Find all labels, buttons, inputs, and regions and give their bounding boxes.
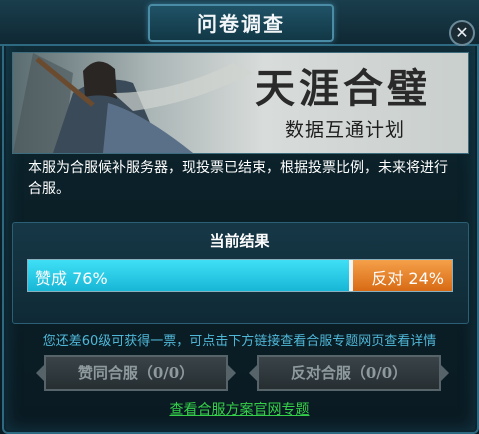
- bar-divider: [349, 260, 353, 291]
- results-label: 当前结果: [209, 232, 270, 250]
- survey-dialog: 问卷调查 ✕ 天涯合璧 数据互通计划 本服为合服候补服务器，现投票已结束，根据投…: [0, 0, 479, 434]
- dialog-title: 问卷调查: [197, 12, 285, 36]
- official-topic-link[interactable]: 查看合服方案官网专题: [0, 399, 479, 419]
- banner-subtitle: 数据互通计划: [284, 119, 405, 141]
- no-fill: 反对 24%: [352, 260, 452, 291]
- close-icon[interactable]: ✕: [449, 20, 475, 46]
- vote-result-bar: 赞成 76% 反对 24%: [27, 259, 453, 292]
- yes-fill: 赞成 76%: [28, 260, 350, 291]
- oppose-merge-button[interactable]: 反对合服（0/0）: [249, 355, 449, 391]
- banner-title: 天涯合璧: [255, 65, 431, 112]
- yes-label: 赞成 76%: [35, 269, 108, 288]
- eligibility-notice: 您还差60级可获得一票，可点击下方链接查看合服专题网页查看详情: [42, 334, 437, 349]
- no-label: 反对 24%: [371, 269, 444, 288]
- banner-image: 天涯合璧 数据互通计划: [12, 52, 469, 154]
- description-text: 本服为合服候补服务器，现投票已结束，根据投票比例，未来将进行合服。: [28, 160, 448, 197]
- agree-merge-button[interactable]: 赞同合服（0/0）: [36, 355, 236, 391]
